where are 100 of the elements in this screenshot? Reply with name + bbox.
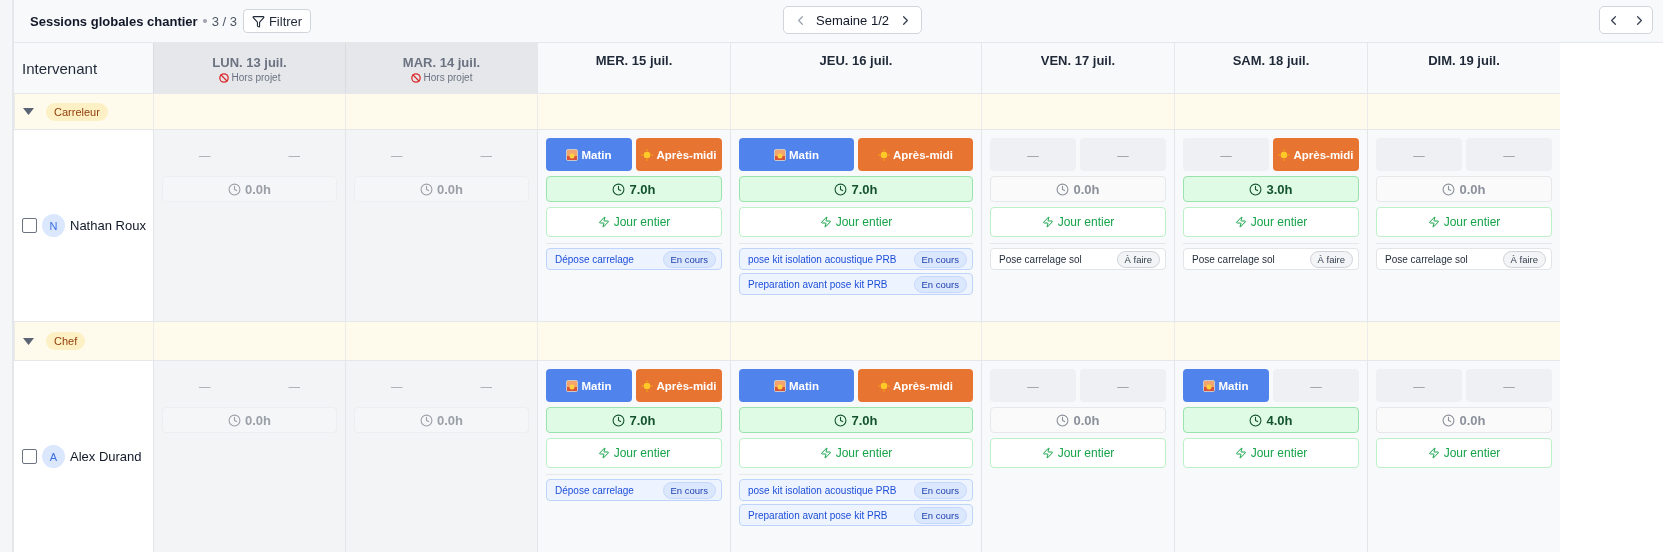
- filter-button[interactable]: Filtrer: [242, 9, 312, 33]
- task-chip[interactable]: Pose carrelage sol À faire: [1183, 248, 1359, 270]
- checkbox[interactable]: [22, 218, 37, 233]
- afternoon-toggle[interactable]: —: [1080, 369, 1166, 402]
- morning-toggle[interactable]: —: [1376, 369, 1462, 402]
- clock-icon: [834, 182, 848, 196]
- morning-toggle[interactable]: Matin: [739, 138, 854, 171]
- lightning-icon: [819, 216, 832, 228]
- clock-icon: [1249, 413, 1263, 427]
- full-day-button[interactable]: Jour entier: [990, 438, 1166, 468]
- hours-total: 7.0h: [546, 176, 722, 202]
- hours-total: 0.0h: [990, 176, 1166, 202]
- clock-icon: [420, 182, 433, 196]
- prohibited-icon: [218, 72, 229, 83]
- afternoon-toggle[interactable]: Après-midi: [1273, 138, 1359, 171]
- task-chip[interactable]: Dépose carrelage En cours: [546, 479, 722, 501]
- status-badge: En cours: [913, 275, 967, 293]
- task-title: Pose carrelage sol: [999, 253, 1082, 265]
- task-title: Pose carrelage sol: [1385, 253, 1468, 265]
- full-day-button[interactable]: Jour entier: [546, 438, 722, 468]
- day-header: MER. 15 juil.: [537, 43, 730, 93]
- morning-toggle[interactable]: —: [990, 369, 1076, 402]
- morning-toggle[interactable]: —: [1183, 138, 1269, 171]
- status-badge: À faire: [1116, 250, 1160, 268]
- status-badge: En cours: [913, 506, 967, 524]
- afternoon-toggle[interactable]: —: [1466, 138, 1552, 171]
- lightning-icon: [1427, 447, 1440, 459]
- clock-icon: [420, 413, 433, 427]
- sun-icon: [641, 148, 654, 161]
- clock-icon: [228, 413, 241, 427]
- task-title: Preparation avant pose kit PRB: [748, 278, 888, 290]
- afternoon-toggle[interactable]: —: [1080, 138, 1166, 171]
- checkbox[interactable]: [22, 449, 37, 464]
- avatar: N: [42, 214, 65, 237]
- morning-toggle[interactable]: Matin: [1183, 369, 1269, 402]
- hours-total: 0.0h: [354, 176, 529, 202]
- sun-icon: [1278, 148, 1291, 161]
- lightning-icon: [1234, 216, 1247, 228]
- hours-total: 3.0h: [1183, 176, 1359, 202]
- morning-toggle[interactable]: Matin: [546, 369, 632, 402]
- sun-icon: [877, 148, 890, 161]
- task-chip[interactable]: Preparation avant pose kit PRB En cours: [739, 504, 973, 526]
- avatar: A: [42, 445, 65, 468]
- task-chip[interactable]: pose kit isolation acoustique PRB En cours: [739, 479, 973, 501]
- afternoon-toggle[interactable]: Après-midi: [858, 369, 973, 402]
- task-chip[interactable]: Dépose carrelage En cours: [546, 248, 722, 270]
- hours-total: 4.0h: [1183, 407, 1359, 433]
- task-chip[interactable]: Pose carrelage sol À faire: [990, 248, 1166, 270]
- full-day-button[interactable]: Jour entier: [546, 207, 722, 237]
- sunrise-icon: [1203, 379, 1216, 392]
- day-header: JEU. 16 juil.: [730, 43, 981, 93]
- morning-toggle[interactable]: —: [990, 138, 1076, 171]
- group-tag: Chef: [46, 332, 86, 350]
- afternoon-toggle[interactable]: Après-midi: [636, 138, 722, 171]
- full-day-button[interactable]: Jour entier: [739, 438, 973, 468]
- caret-icon[interactable]: [23, 337, 34, 345]
- task-chip[interactable]: Pose carrelage sol À faire: [1376, 248, 1552, 270]
- full-day-button[interactable]: Jour entier: [1376, 438, 1552, 468]
- sun-icon: [877, 379, 890, 392]
- full-day-button[interactable]: Jour entier: [990, 207, 1166, 237]
- day-header: SAM. 18 juil.: [1174, 43, 1367, 93]
- full-day-button[interactable]: Jour entier: [1183, 438, 1359, 468]
- task-chip[interactable]: Preparation avant pose kit PRB En cours: [739, 273, 973, 295]
- status-badge: En cours: [662, 250, 716, 268]
- afternoon-toggle[interactable]: —: [1273, 369, 1359, 402]
- hours-total: 7.0h: [739, 176, 973, 202]
- full-day-button[interactable]: Jour entier: [739, 207, 973, 237]
- clock-icon: [1249, 182, 1263, 196]
- status-badge: À faire: [1309, 250, 1353, 268]
- hours-total: 0.0h: [1376, 407, 1552, 433]
- task-title: pose kit isolation acoustique PRB: [748, 253, 897, 265]
- lightning-icon: [819, 447, 832, 459]
- morning-toggle[interactable]: —: [1376, 138, 1462, 171]
- clock-icon: [612, 413, 626, 427]
- task-title: Pose carrelage sol: [1192, 253, 1275, 265]
- morning-toggle[interactable]: Matin: [546, 138, 632, 171]
- lightning-icon: [597, 447, 610, 459]
- full-day-button[interactable]: Jour entier: [1376, 207, 1552, 237]
- afternoon-toggle[interactable]: —: [1466, 369, 1552, 402]
- sun-icon: [641, 379, 654, 392]
- status-badge: En cours: [913, 250, 967, 268]
- lightning-icon: [1427, 216, 1440, 228]
- full-day-button[interactable]: Jour entier: [1183, 207, 1359, 237]
- status-badge: En cours: [662, 481, 716, 499]
- morning-toggle[interactable]: Matin: [739, 369, 854, 402]
- sunrise-icon: [774, 379, 786, 392]
- hours-total: 0.0h: [354, 407, 529, 433]
- column-header: Intervenant: [22, 59, 98, 77]
- day-header: MAR. 14 juil. Hors projet: [345, 43, 537, 93]
- caret-icon[interactable]: [23, 108, 34, 115]
- task-chip[interactable]: pose kit isolation acoustique PRB En cours: [739, 248, 973, 270]
- day-header: LUN. 13 juil. Hors projet: [153, 43, 345, 93]
- page-title: Sessions globales chantier: [30, 13, 198, 29]
- hours-total: 7.0h: [546, 407, 722, 433]
- group-tag: Carreleur: [46, 102, 108, 121]
- task-title: Preparation avant pose kit PRB: [748, 509, 888, 521]
- sunrise-icon: [774, 148, 786, 161]
- hours-total: 0.0h: [162, 407, 337, 433]
- afternoon-toggle[interactable]: Après-midi: [858, 138, 973, 171]
- afternoon-toggle[interactable]: Après-midi: [636, 369, 722, 402]
